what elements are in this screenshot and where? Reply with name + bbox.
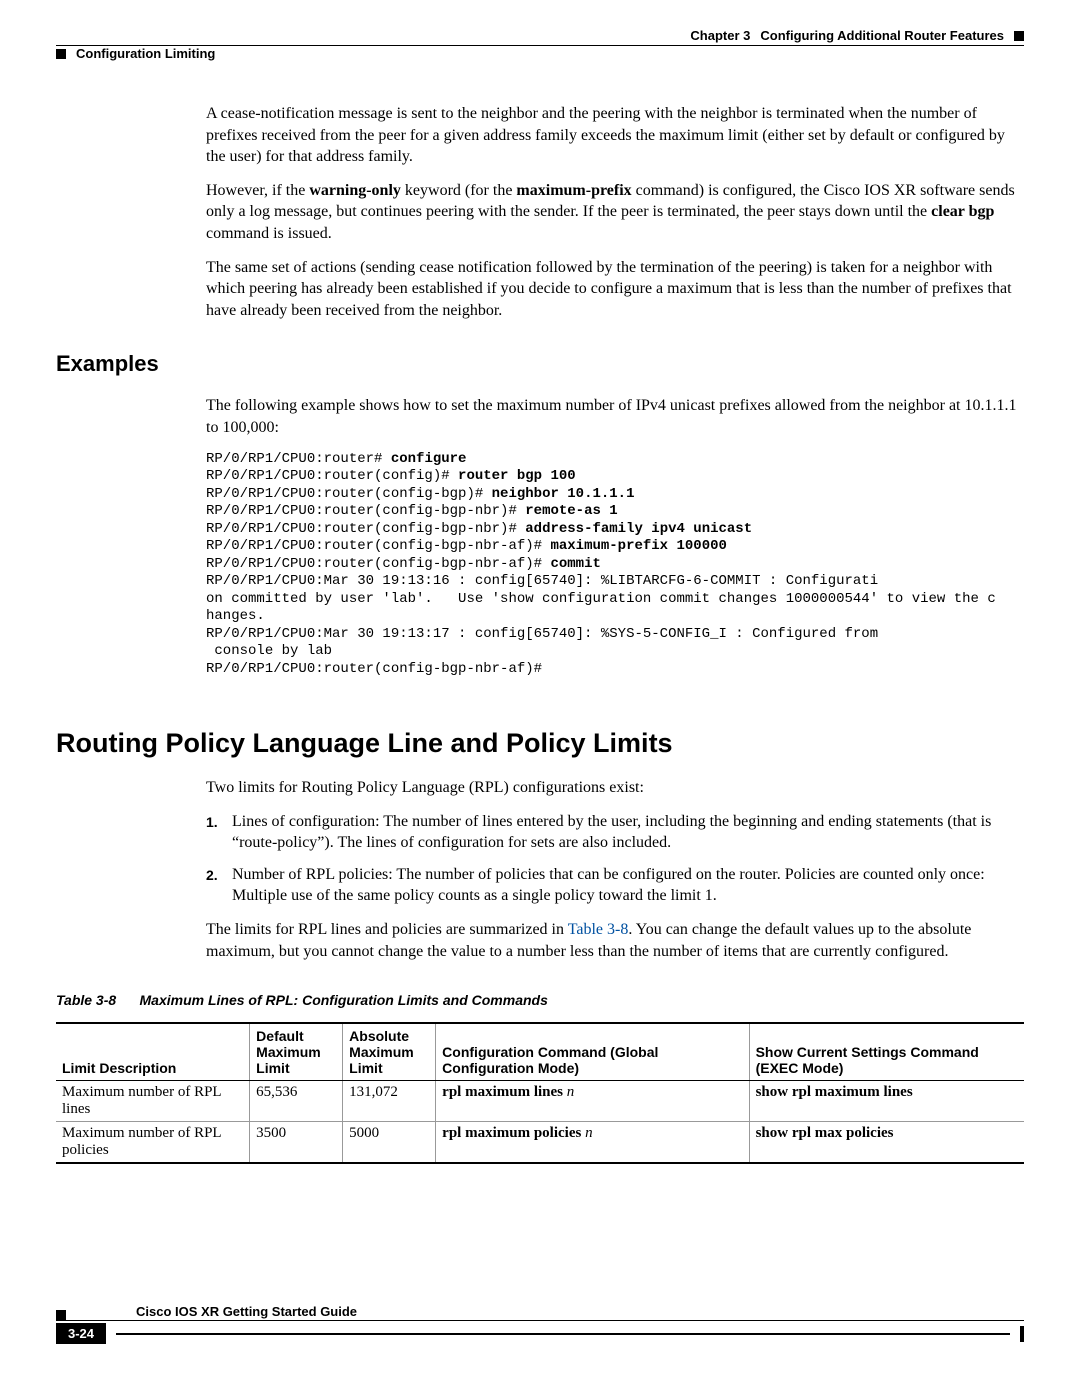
footer-rule <box>116 1333 1010 1335</box>
footer-end-icon <box>1020 1326 1024 1342</box>
rpl-heading: Routing Policy Language Line and Policy … <box>56 728 1024 759</box>
paragraph: A cease-notification message is sent to … <box>206 103 1024 168</box>
cmd: neighbor 10.1.1.1 <box>492 486 635 502</box>
cell-desc: Maximum number of RPL lines <box>56 1081 250 1122</box>
page-number: 3-24 <box>56 1323 106 1344</box>
th-default-max: Default Maximum Limit <box>250 1023 343 1081</box>
list-item: Lines of configuration: The number of li… <box>206 811 1024 854</box>
th-config-cmd: Configuration Command (Global Configurat… <box>436 1023 749 1081</box>
keyword-maximum-prefix: maximum-prefix <box>516 182 631 199</box>
paragraph: The same set of actions (sending cease n… <box>206 257 1024 322</box>
rpl-list: Lines of configuration: The number of li… <box>206 811 1024 907</box>
table-ref-link[interactable]: Table 3-8 <box>568 921 629 938</box>
page-footer: Cisco IOS XR Getting Started Guide 3-24 <box>56 1304 1024 1344</box>
cmd: address-family ipv4 unicast <box>525 521 752 537</box>
list-item: Number of RPL policies: The number of po… <box>206 864 1024 907</box>
output: RP/0/RP1/CPU0:Mar 30 19:13:17 : config[6… <box>206 626 878 642</box>
cmd: maximum-prefix 100000 <box>550 538 726 554</box>
cell-cmd: rpl maximum lines n <box>436 1081 749 1122</box>
cmd: configure <box>391 451 467 467</box>
output: console by lab <box>206 643 332 659</box>
cell-default: 65,536 <box>250 1081 343 1122</box>
cell-cmd: rpl maximum policies n <box>436 1122 749 1164</box>
cell-absolute: 131,072 <box>343 1081 436 1122</box>
prompt: RP/0/RP1/CPU0:router(config-bgp-nbr-af)# <box>206 661 542 677</box>
page-header: Chapter 3 Configuring Additional Router … <box>56 28 1024 43</box>
prompt: RP/0/RP1/CPU0:router(config-bgp-nbr)# <box>206 521 525 537</box>
text: command is issued. <box>206 225 332 242</box>
section-marker-icon <box>56 49 66 59</box>
show-cmd: show rpl max policies <box>756 1125 894 1141</box>
code-block: RP/0/RP1/CPU0:router# configure RP/0/RP1… <box>206 451 1024 679</box>
text: keyword (for the <box>401 182 517 199</box>
output: RP/0/RP1/CPU0:Mar 30 19:13:16 : config[6… <box>206 573 878 589</box>
footer-marker-icon <box>56 1310 66 1320</box>
section-name: Configuration Limiting <box>76 46 215 61</box>
table-caption: Table 3-8 Maximum Lines of RPL: Configur… <box>56 992 1024 1008</box>
rpl-intro: Two limits for Routing Policy Language (… <box>206 777 1024 799</box>
examples-intro: The following example shows how to set t… <box>206 395 1024 438</box>
prompt: RP/0/RP1/CPU0:router(config-bgp-nbr-af)# <box>206 538 550 554</box>
guide-title: Cisco IOS XR Getting Started Guide <box>136 1304 357 1320</box>
examples-heading: Examples <box>56 351 1024 377</box>
text: The limits for RPL lines and policies ar… <box>206 921 568 938</box>
th-show-cmd: Show Current Settings Command (EXEC Mode… <box>749 1023 1024 1081</box>
rpl-limits-table: Limit Description Default Maximum Limit … <box>56 1022 1024 1164</box>
table-title: Maximum Lines of RPL: Configuration Limi… <box>140 992 548 1008</box>
header-marker-icon <box>1014 31 1024 41</box>
prompt: RP/0/RP1/CPU0:router(config-bgp)# <box>206 486 492 502</box>
cmd-text: rpl maximum policies <box>442 1125 585 1141</box>
table-number: Table 3-8 <box>56 992 116 1008</box>
cell-absolute: 5000 <box>343 1122 436 1164</box>
chapter-title: Configuring Additional Router Features <box>760 28 1004 43</box>
cell-desc: Maximum number of RPL policies <box>56 1122 250 1164</box>
cmd: router bgp 100 <box>458 468 576 484</box>
cmd: remote-as 1 <box>525 503 617 519</box>
cmd-var: n <box>567 1084 575 1100</box>
rpl-summary: The limits for RPL lines and policies ar… <box>206 919 1024 962</box>
prompt: RP/0/RP1/CPU0:router(config-bgp-nbr-af)# <box>206 556 550 572</box>
prompt: RP/0/RP1/CPU0:router(config-bgp-nbr)# <box>206 503 525 519</box>
th-absolute-max: Absolute Maximum Limit <box>343 1023 436 1081</box>
th-limit-desc: Limit Description <box>56 1023 250 1081</box>
cmd-var: n <box>585 1125 593 1141</box>
chapter-label: Chapter 3 <box>690 28 750 43</box>
table-row: Maximum number of RPL lines 65,536 131,0… <box>56 1081 1024 1122</box>
cell-show: show rpl max policies <box>749 1122 1024 1164</box>
keyword-warning-only: warning-only <box>309 182 401 199</box>
prompt: RP/0/RP1/CPU0:router(config)# <box>206 468 458 484</box>
cell-default: 3500 <box>250 1122 343 1164</box>
cell-show: show rpl maximum lines <box>749 1081 1024 1122</box>
paragraph: However, if the warning-only keyword (fo… <box>206 180 1024 245</box>
prompt: RP/0/RP1/CPU0:router# <box>206 451 391 467</box>
keyword-clear-bgp: clear bgp <box>931 203 994 220</box>
show-cmd: show rpl maximum lines <box>756 1084 913 1100</box>
cmd: commit <box>550 556 600 572</box>
output: hanges. <box>206 608 265 624</box>
output: on committed by user 'lab'. Use 'show co… <box>206 591 996 607</box>
table-row: Maximum number of RPL policies 3500 5000… <box>56 1122 1024 1164</box>
text: However, if the <box>206 182 309 199</box>
cmd-text: rpl maximum lines <box>442 1084 567 1100</box>
